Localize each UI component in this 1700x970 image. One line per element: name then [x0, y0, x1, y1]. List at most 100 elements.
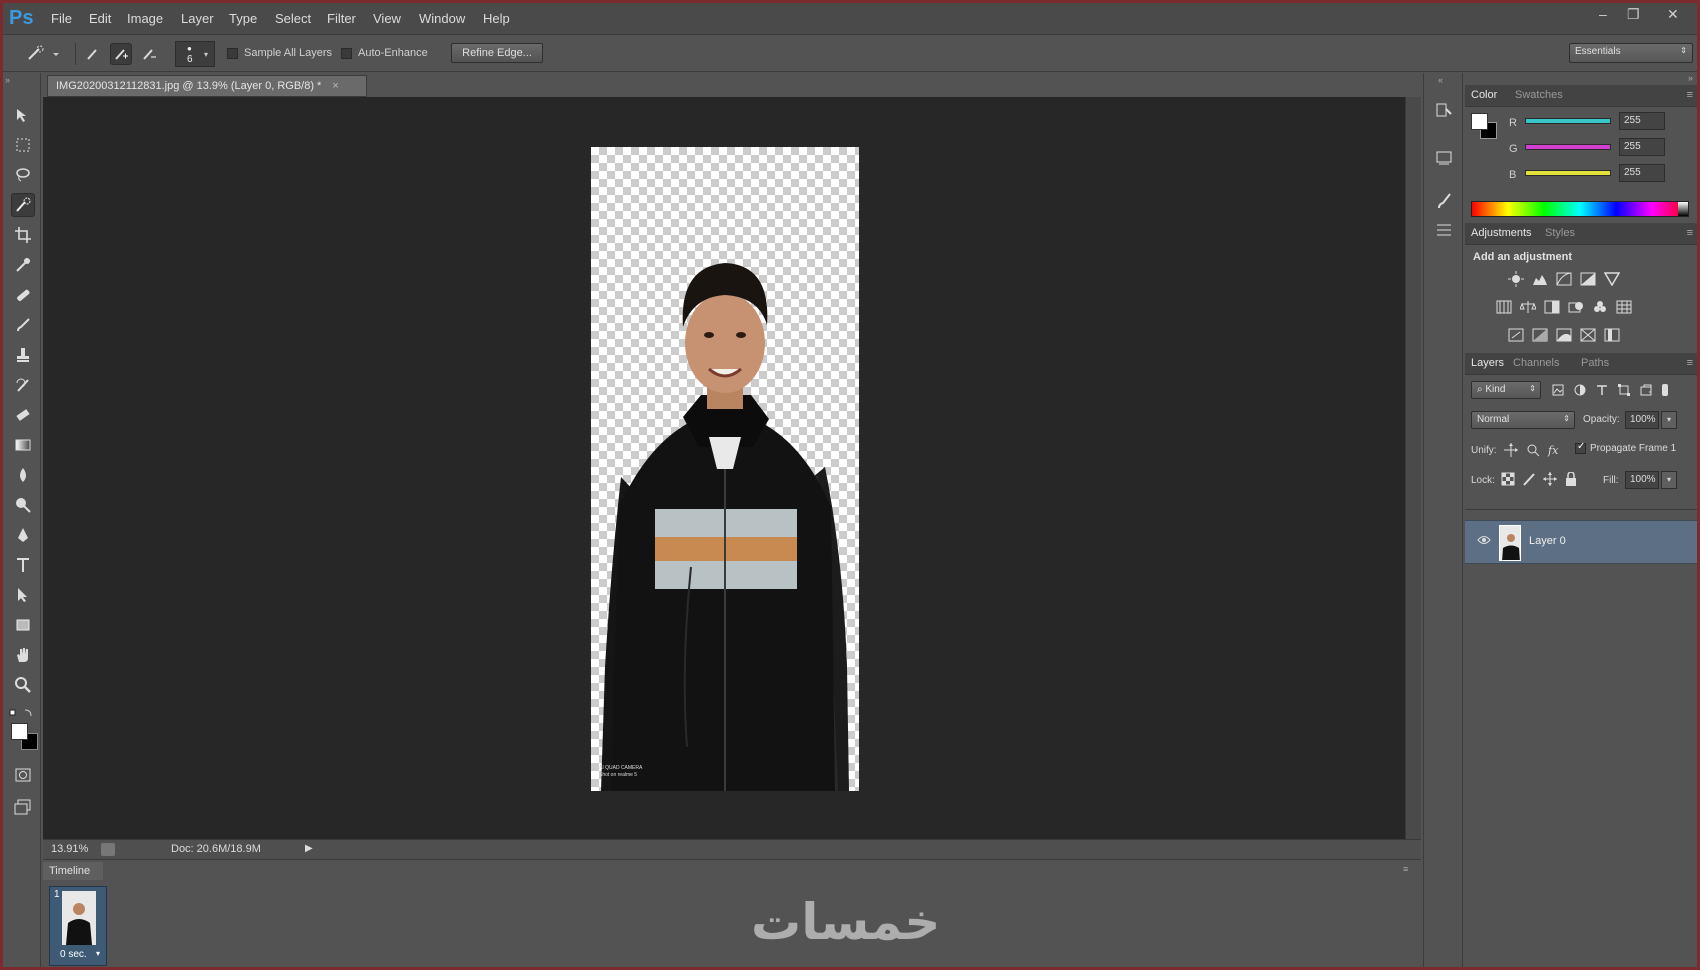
curves-icon[interactable] [1555, 271, 1573, 287]
lock-position-icon[interactable] [1543, 472, 1557, 486]
zoom-tool-icon[interactable] [11, 673, 35, 697]
filter-smart-object-icon[interactable] [1639, 383, 1653, 397]
pen-tool-icon[interactable] [11, 523, 35, 547]
fill-dropdown-icon[interactable]: ▾ [1661, 471, 1677, 489]
foreground-color-swatch[interactable] [11, 723, 28, 740]
input-r[interactable]: 255 [1619, 112, 1665, 130]
collapse-panels-icon[interactable]: » [1688, 73, 1693, 83]
opacity-input[interactable]: 100% [1625, 411, 1659, 429]
lasso-tool-icon[interactable] [11, 163, 35, 187]
menu-view[interactable]: View [373, 11, 401, 26]
eraser-tool-icon[interactable] [11, 403, 35, 427]
brush-size-picker[interactable]: ● 6 ▾ [175, 41, 215, 67]
new-selection-icon[interactable] [82, 43, 104, 65]
color-lookup-icon[interactable] [1615, 299, 1633, 315]
close-tab-icon[interactable]: × [332, 80, 338, 92]
panel-menu-icon[interactable]: ≡ [1687, 89, 1693, 101]
refine-edge-button[interactable]: Refine Edge... [451, 43, 543, 63]
path-selection-tool-icon[interactable] [11, 583, 35, 607]
swap-colors-icon[interactable] [9, 708, 35, 718]
threshold-icon[interactable] [1555, 327, 1573, 343]
hue-saturation-icon[interactable] [1495, 299, 1513, 315]
color-panel-swatches[interactable] [1471, 113, 1499, 141]
menu-filter[interactable]: Filter [327, 11, 356, 26]
eye-icon[interactable] [1477, 535, 1491, 545]
foreground-color-swatch[interactable] [1471, 113, 1488, 130]
invert-icon[interactable] [1507, 327, 1525, 343]
auto-enhance-option[interactable]: Auto-Enhance [341, 47, 428, 59]
blur-tool-icon[interactable] [11, 463, 35, 487]
rectangle-tool-icon[interactable] [11, 613, 35, 637]
restore-button[interactable]: ❐ [1627, 6, 1640, 23]
lock-all-icon[interactable] [1564, 472, 1578, 486]
filter-toggle-icon[interactable] [1661, 383, 1669, 397]
tab-color[interactable]: Color [1471, 89, 1497, 101]
crop-tool-icon[interactable] [11, 223, 35, 247]
sample-all-layers-option[interactable]: Sample All Layers [227, 47, 332, 59]
unify-visibility-icon[interactable] [1525, 442, 1541, 458]
tool-preset-picker[interactable] [23, 45, 63, 63]
opacity-dropdown-icon[interactable]: ▾ [1661, 411, 1677, 429]
subtract-from-selection-icon[interactable] [138, 43, 160, 65]
tab-paths[interactable]: Paths [1581, 357, 1609, 369]
vertical-scrollbar[interactable] [1405, 97, 1421, 839]
filter-pixel-icon[interactable] [1551, 383, 1565, 397]
brush-tool-icon[interactable] [11, 313, 35, 337]
brightness-contrast-icon[interactable] [1507, 271, 1525, 287]
filter-shape-icon[interactable] [1617, 383, 1631, 397]
slider-r-track[interactable] [1525, 118, 1611, 124]
workspace-switcher[interactable]: Essentials ⇕ [1569, 43, 1693, 63]
quick-selection-tool-icon[interactable] [11, 193, 35, 217]
filter-type-icon[interactable] [1595, 383, 1609, 397]
clone-stamp-tool-icon[interactable] [11, 343, 35, 367]
vibrance-icon[interactable] [1603, 271, 1621, 287]
dodge-tool-icon[interactable] [11, 493, 35, 517]
menu-layer[interactable]: Layer [181, 11, 214, 26]
expand-icon[interactable]: « [1438, 75, 1443, 85]
frame-delay[interactable]: 0 sec. [60, 949, 87, 960]
input-g[interactable]: 255 [1619, 138, 1665, 156]
screen-mode-icon[interactable] [11, 795, 35, 819]
chevron-down-icon[interactable]: ▾ [96, 949, 100, 958]
panel-menu-icon[interactable]: ≡ [1403, 864, 1408, 874]
add-to-selection-icon[interactable] [110, 43, 132, 65]
menu-window[interactable]: Window [419, 11, 465, 26]
tab-swatches[interactable]: Swatches [1515, 89, 1563, 101]
menu-help[interactable]: Help [483, 11, 510, 26]
color-swatches[interactable] [11, 723, 39, 751]
menu-image[interactable]: Image [127, 11, 163, 26]
menu-select[interactable]: Select [275, 11, 311, 26]
exposure-icon[interactable] [1579, 271, 1597, 287]
menu-type[interactable]: Type [229, 11, 257, 26]
auto-enhance-checkbox[interactable] [341, 47, 352, 59]
gradient-map-icon[interactable] [1579, 327, 1597, 343]
quick-mask-icon[interactable] [11, 763, 35, 787]
brush-presets-icon[interactable] [1434, 219, 1454, 239]
levels-icon[interactable] [1531, 271, 1549, 287]
properties-panel-icon[interactable] [1434, 149, 1454, 169]
close-window-button[interactable]: ✕ [1667, 6, 1679, 23]
input-b[interactable]: 255 [1619, 164, 1665, 182]
filter-adjustment-icon[interactable] [1573, 383, 1587, 397]
gradient-tool-icon[interactable] [11, 433, 35, 457]
channel-mixer-icon[interactable] [1591, 299, 1609, 315]
panel-menu-icon[interactable]: ≡ [1687, 357, 1693, 369]
panel-menu-icon[interactable]: ≡ [1687, 227, 1693, 239]
photo-filter-icon[interactable] [1567, 299, 1585, 315]
document-canvas[interactable]: AI QUAD CAMERA Shot on realme 5 [591, 147, 859, 791]
lock-transparent-icon[interactable] [1501, 472, 1515, 486]
sample-all-layers-checkbox[interactable] [227, 47, 238, 59]
layer-row[interactable]: Layer 0 [1465, 520, 1697, 564]
black-white-icon[interactable] [1543, 299, 1561, 315]
blend-mode-select[interactable]: Normal ⇕ [1471, 411, 1575, 429]
document-tab[interactable]: IMG20200312112831.jpg @ 13.9% (Layer 0, … [47, 75, 367, 97]
posterize-icon[interactable] [1531, 327, 1549, 343]
hand-tool-icon[interactable] [11, 643, 35, 667]
layer-name[interactable]: Layer 0 [1529, 535, 1566, 547]
slider-b-track[interactable] [1525, 170, 1611, 176]
history-panel-icon[interactable] [1434, 101, 1454, 121]
tab-layers[interactable]: Layers [1471, 357, 1504, 369]
minimize-button[interactable]: – [1599, 6, 1607, 22]
selective-color-icon[interactable] [1603, 327, 1621, 343]
tab-channels[interactable]: Channels [1513, 357, 1559, 369]
